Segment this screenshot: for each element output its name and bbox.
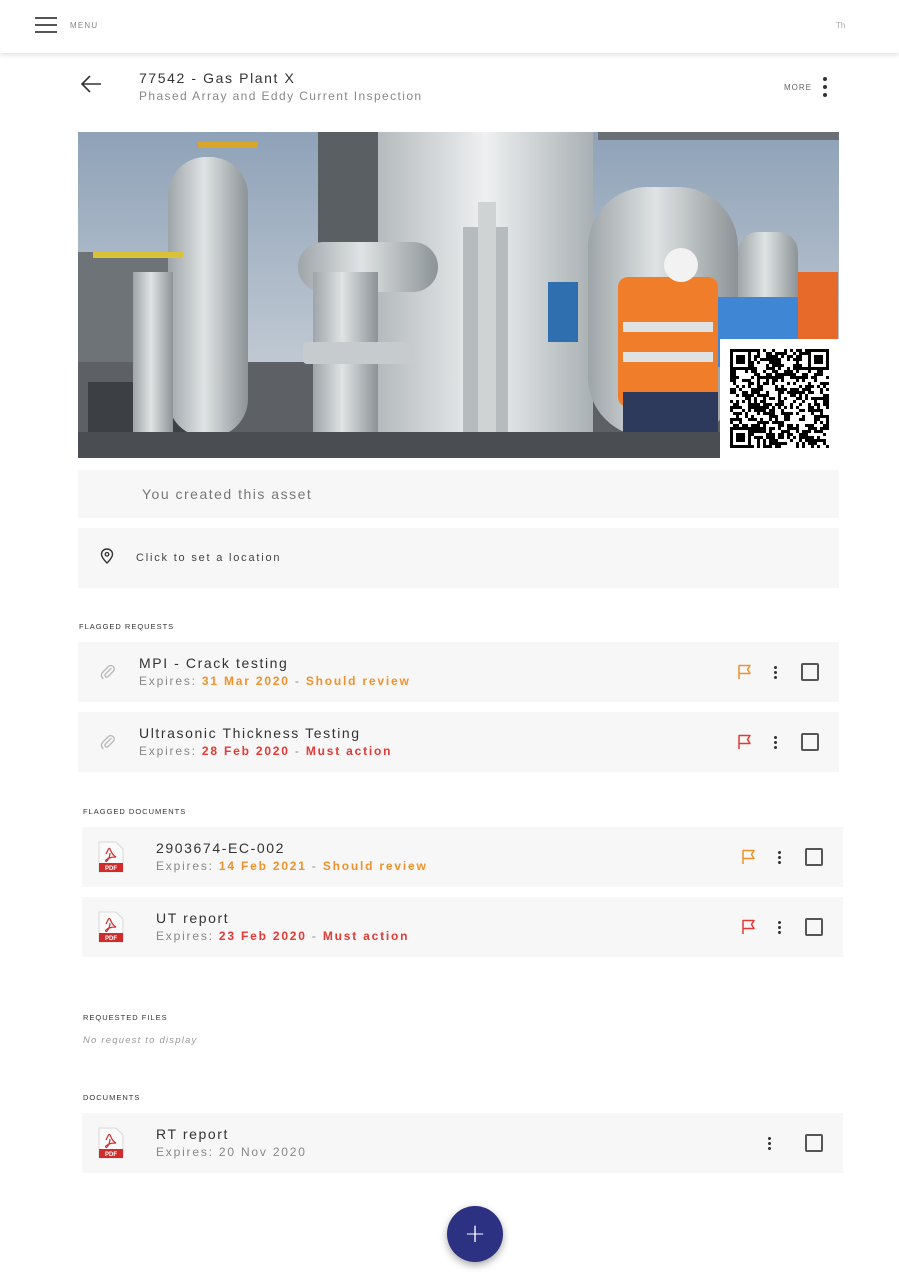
- row-checkbox[interactable]: [801, 663, 819, 681]
- document-title: 2903674-EC-002: [156, 840, 286, 856]
- flagged-document-row[interactable]: PDF 2903674-EC-002 Expires: 14 Feb 2021 …: [82, 827, 843, 887]
- status-label: Should review: [305, 674, 411, 688]
- pdf-badge: PDF: [105, 1152, 117, 1158]
- document-expiry: Expires: 23 Feb 2020 - Must action: [156, 929, 410, 943]
- document-row[interactable]: PDF RT report Expires: 20 Nov 2020: [82, 1113, 843, 1173]
- row-menu-icon[interactable]: [766, 1137, 774, 1151]
- requested-files-empty: No request to display: [83, 1035, 198, 1046]
- documents-label: DOCUMENTS: [83, 1093, 141, 1102]
- arrow-left-icon[interactable]: [80, 74, 102, 94]
- flag-icon[interactable]: [741, 919, 757, 935]
- expiry-date: 23 Feb 2020: [218, 929, 307, 943]
- request-title: Ultrasonic Thickness Testing: [139, 725, 361, 741]
- plus-icon: +: [464, 1219, 486, 1249]
- asset-title: 77542 - Gas Plant X: [139, 70, 296, 86]
- row-menu-icon[interactable]: [776, 851, 784, 865]
- created-text: You created this asset: [142, 486, 313, 502]
- top-bar: MENU Th: [0, 0, 899, 53]
- vertical-dots-icon[interactable]: [819, 76, 831, 98]
- row-menu-icon[interactable]: [772, 736, 780, 750]
- request-title: MPI - Crack testing: [139, 655, 289, 671]
- asset-subtitle: Phased Array and Eddy Current Inspection: [139, 89, 423, 103]
- paperclip-icon: [100, 664, 115, 680]
- pdf-badge: PDF: [105, 936, 117, 942]
- pdf-file-icon: PDF: [98, 1127, 124, 1159]
- request-expiry: Expires: 31 Mar 2020 - Should review: [139, 674, 411, 688]
- row-checkbox[interactable]: [801, 733, 819, 751]
- paperclip-icon: [100, 734, 115, 750]
- more-label[interactable]: MORE: [784, 83, 812, 92]
- flag-icon[interactable]: [737, 664, 753, 680]
- flagged-request-row[interactable]: MPI - Crack testing Expires: 31 Mar 2020…: [78, 642, 839, 702]
- location-text[interactable]: Click to set a location: [136, 552, 281, 564]
- hamburger-menu-icon[interactable]: [35, 17, 57, 33]
- expiry-date: 28 Feb 2020: [201, 744, 290, 758]
- pdf-badge: PDF: [105, 866, 117, 872]
- pdf-file-icon: PDF: [98, 911, 124, 943]
- row-checkbox[interactable]: [805, 848, 823, 866]
- flag-icon[interactable]: [741, 849, 757, 865]
- expiry-date: 31 Mar 2020: [201, 674, 290, 688]
- add-fab-button[interactable]: +: [447, 1206, 503, 1262]
- top-right-text: Th: [836, 21, 846, 30]
- created-info: You created this asset: [78, 470, 839, 518]
- location-setter[interactable]: Click to set a location: [78, 528, 839, 588]
- qr-code: [720, 339, 839, 458]
- flag-icon[interactable]: [737, 734, 753, 750]
- status-label: Should review: [322, 859, 428, 873]
- row-checkbox[interactable]: [805, 918, 823, 936]
- menu-label[interactable]: MENU: [70, 21, 98, 30]
- row-menu-icon[interactable]: [772, 666, 780, 680]
- row-menu-icon[interactable]: [776, 921, 784, 935]
- flagged-documents-label: FLAGGED DOCUMENTS: [83, 807, 187, 816]
- status-label: Must action: [305, 744, 393, 758]
- flagged-requests-label: FLAGGED REQUESTS: [79, 622, 175, 631]
- map-pin-icon: [100, 548, 114, 564]
- requested-files-label: REQUESTED FILES: [83, 1013, 168, 1022]
- pdf-file-icon: PDF: [98, 841, 124, 873]
- request-expiry: Expires: 28 Feb 2020 - Must action: [139, 744, 393, 758]
- document-title: UT report: [156, 910, 230, 926]
- document-expiry: Expires: 20 Nov 2020: [156, 1145, 307, 1159]
- expiry-date: 14 Feb 2021: [218, 859, 307, 873]
- flagged-document-row[interactable]: PDF UT report Expires: 23 Feb 2020 - Mus…: [82, 897, 843, 957]
- status-label: Must action: [322, 929, 410, 943]
- flagged-request-row[interactable]: Ultrasonic Thickness Testing Expires: 28…: [78, 712, 839, 772]
- document-title: RT report: [156, 1126, 230, 1142]
- row-checkbox[interactable]: [805, 1134, 823, 1152]
- document-expiry: Expires: 14 Feb 2021 - Should review: [156, 859, 428, 873]
